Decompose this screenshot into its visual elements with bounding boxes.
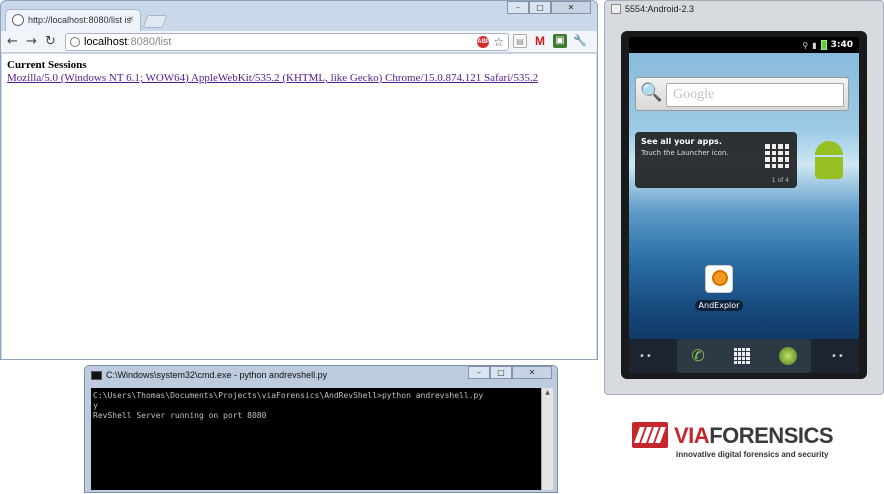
dock-center: ✆ bbox=[677, 339, 811, 373]
maximize-button[interactable]: □ bbox=[529, 1, 551, 14]
logo-wordmark: VIAFORENSICS bbox=[674, 423, 834, 449]
logo-forensics: FORENSICS bbox=[709, 423, 834, 448]
address-bar[interactable]: localhost:8080/list ABP ☆ bbox=[65, 33, 509, 51]
tab-close-icon[interactable]: × bbox=[128, 14, 134, 25]
signal-icon: ▮ bbox=[812, 40, 817, 50]
home-dock: •• ✆ •• bbox=[629, 339, 859, 373]
android-screen[interactable]: ⚲ ▮ 3:40 🔍 Google See all your apps. Tou… bbox=[629, 37, 859, 373]
app-label: AndExplor bbox=[694, 300, 744, 311]
android-robot-icon bbox=[809, 141, 849, 187]
back-arrow-icon[interactable]: ← bbox=[7, 34, 18, 50]
cmd-maximize-button[interactable]: □ bbox=[490, 366, 512, 379]
andexplorer-icon bbox=[705, 265, 733, 293]
browser-window-controls: – □ ✕ bbox=[507, 1, 591, 14]
usb-icon: ⚲ bbox=[802, 40, 809, 50]
launcher-grid-icon bbox=[765, 144, 789, 168]
emulator-icon bbox=[611, 4, 621, 14]
omnibox-actions: ABP ☆ bbox=[477, 35, 504, 49]
cmd-title: C:\Windows\system32\cmd.exe - python and… bbox=[106, 370, 328, 380]
emulator-window: 5554:Android-2.3 ⚲ ▮ 3:40 🔍 Google See a… bbox=[604, 0, 884, 395]
phone-frame: ⚲ ▮ 3:40 🔍 Google See all your apps. Tou… bbox=[621, 31, 867, 379]
tab-title: http://localhost:8080/list is bbox=[28, 15, 132, 25]
cmd-window: C:\Windows\system32\cmd.exe - python and… bbox=[84, 365, 558, 493]
app-andexplorer[interactable]: AndExplor bbox=[693, 265, 745, 312]
url-host: localhost bbox=[84, 36, 128, 48]
page-action-icon[interactable]: ▤ bbox=[513, 34, 527, 48]
google-search-widget[interactable]: 🔍 Google bbox=[635, 77, 849, 111]
phone-icon[interactable]: ✆ bbox=[691, 346, 704, 366]
status-bar: ⚲ ▮ 3:40 bbox=[629, 37, 859, 53]
viaforensics-logo: VIAFORENSICS innovative digital forensic… bbox=[632, 422, 872, 462]
console-line: y bbox=[93, 401, 98, 410]
cmd-minimize-button[interactable]: – bbox=[468, 366, 490, 379]
emulator-title: 5554:Android-2.3 bbox=[625, 4, 695, 14]
console-line: C:\Users\Thomas\Documents\Projects\viaFo… bbox=[93, 391, 484, 400]
search-input[interactable]: Google bbox=[666, 83, 844, 107]
extension-icons: ▤ M ▣ 🔧 bbox=[513, 34, 587, 48]
cmd-scrollbar[interactable]: ▲ bbox=[541, 388, 553, 490]
page-title: Current Sessions bbox=[7, 59, 87, 71]
page-favicon-icon bbox=[12, 14, 24, 26]
cmd-titlebar: C:\Windows\system32\cmd.exe - python and… bbox=[91, 370, 327, 380]
console-output[interactable]: C:\Users\Thomas\Documents\Projects\viaFo… bbox=[91, 388, 541, 490]
logo-via: VIA bbox=[674, 423, 710, 448]
forward-arrow-icon[interactable]: → bbox=[26, 34, 37, 50]
bookmark-star-icon[interactable]: ☆ bbox=[493, 35, 504, 49]
browser-tab[interactable]: http://localhost:8080/list is × bbox=[5, 9, 141, 31]
close-button[interactable]: ✕ bbox=[551, 1, 591, 14]
browser-titlebar: http://localhost:8080/list is × – □ ✕ bbox=[1, 1, 597, 31]
right-page-indicator-icon[interactable]: •• bbox=[831, 351, 845, 362]
console-line: RevShell Server running on port 8080 bbox=[93, 411, 267, 420]
adblock-icon[interactable]: ABP bbox=[477, 36, 490, 48]
logo-tagline: innovative digital forensics and securit… bbox=[676, 450, 829, 459]
page-content: Current Sessions Mozilla/5.0 (Windows NT… bbox=[2, 54, 596, 359]
page-icon bbox=[70, 37, 80, 47]
cmd-close-button[interactable]: ✕ bbox=[512, 366, 552, 379]
cmd-icon bbox=[91, 370, 102, 380]
launcher-tip[interactable]: See all your apps. Touch the Launcher ic… bbox=[635, 132, 797, 188]
browser-toolbar: ← → ↻ localhost:8080/list ABP ☆ ▤ M ▣ 🔧 bbox=[1, 31, 597, 53]
new-tab-button[interactable] bbox=[142, 15, 168, 28]
extension-icon[interactable]: ▣ bbox=[553, 34, 567, 48]
launcher-icon[interactable] bbox=[733, 348, 750, 364]
scroll-up-icon[interactable]: ▲ bbox=[542, 388, 553, 398]
left-page-indicator-icon[interactable]: •• bbox=[639, 351, 653, 362]
tip-page-count: 1 of 4 bbox=[771, 177, 789, 184]
url-path: :8080/list bbox=[127, 36, 172, 48]
browser-window: http://localhost:8080/list is × – □ ✕ ← … bbox=[0, 0, 598, 360]
emulator-titlebar: 5554:Android-2.3 bbox=[611, 4, 694, 14]
minimize-button[interactable]: – bbox=[507, 1, 529, 14]
cmd-window-controls: – □ ✕ bbox=[468, 366, 552, 379]
battery-icon bbox=[820, 40, 827, 50]
gmail-icon[interactable]: M bbox=[533, 34, 547, 48]
wrench-menu-icon[interactable]: 🔧 bbox=[573, 34, 587, 48]
browser-icon[interactable] bbox=[778, 347, 797, 365]
reload-icon[interactable]: ↻ bbox=[45, 34, 56, 50]
viaforensics-mark-icon bbox=[632, 422, 668, 448]
clock: 3:40 bbox=[830, 40, 853, 50]
session-link[interactable]: Mozilla/5.0 (Windows NT 6.1; WOW64) Appl… bbox=[7, 72, 596, 84]
search-icon[interactable]: 🔍 bbox=[640, 82, 662, 106]
